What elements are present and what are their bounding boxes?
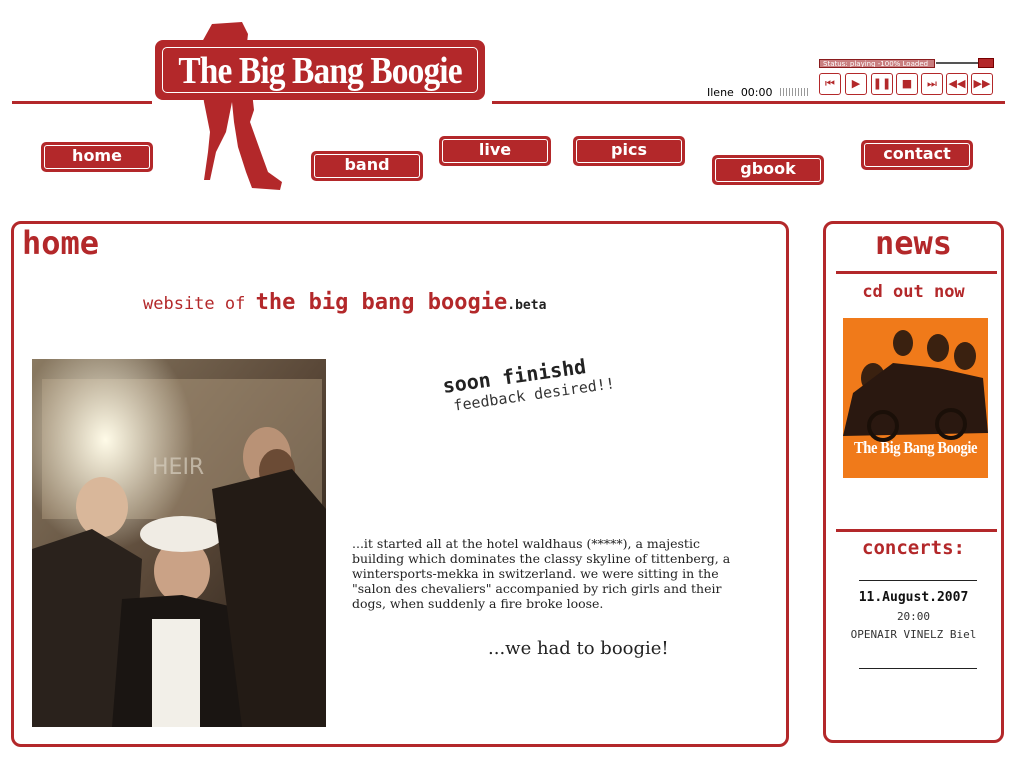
nav-gbook-label: gbook — [740, 159, 796, 178]
play-icon: ▶ — [851, 77, 861, 90]
boogie-tagline: ...we had to boogie! — [488, 638, 669, 659]
cd-out-now-label: cd out now — [862, 282, 965, 302]
prev-icon: ⏮ — [825, 77, 835, 90]
soon-finished-note: soon finishd feedback desired!! — [441, 350, 616, 415]
concert-time: 20:00 — [896, 610, 931, 623]
news-title: news — [874, 224, 953, 262]
concerts-title: concerts: — [862, 537, 965, 559]
pause-button[interactable]: ❚❚ — [871, 73, 893, 95]
concert-rule-top — [859, 580, 977, 581]
tagline-prefix: website of — [143, 294, 256, 314]
news-divider-top — [836, 271, 997, 274]
nav-gbook-button[interactable]: gbook — [712, 155, 824, 185]
cd-cover-image[interactable]: The Big Bang Boogie — [843, 318, 988, 478]
photo-sign-text: HEIR — [152, 455, 204, 480]
news-divider-mid — [836, 529, 997, 532]
cd-cover-text: The Big Bang Boogie — [853, 438, 978, 457]
next-button[interactable]: ⏭ — [921, 73, 943, 95]
band-story-text: ...it started all at the hotel waldhaus … — [352, 536, 731, 611]
track-name: Ilene — [707, 86, 734, 99]
tagline-band-name: the big bang boogie — [255, 290, 508, 315]
stop-button[interactable]: ■ — [896, 73, 918, 95]
tagline: website of the big bang boogie.beta — [143, 290, 546, 315]
band-photo: HEIR — [32, 359, 326, 727]
logo-text: The Big Bang Boogie — [178, 50, 462, 92]
nav-live-label: live — [478, 140, 512, 159]
player-status: Status: playing -100% Loaded — [819, 59, 935, 68]
nav-live-button[interactable]: live — [439, 136, 551, 166]
volume-slider-handle[interactable] — [978, 58, 994, 68]
nav-band-button[interactable]: band — [311, 151, 423, 181]
nav-pics-button[interactable]: pics — [573, 136, 685, 166]
header-rule-right — [492, 101, 1005, 104]
nav-contact-label: contact — [883, 144, 951, 163]
rewind-button[interactable]: ◀◀ — [946, 73, 968, 95]
fast-forward-button[interactable]: ▶▶ — [971, 73, 993, 95]
concert-location: OPENAIR VINELZ Biel — [850, 628, 977, 641]
page-title: home — [22, 224, 100, 262]
tagline-beta: .beta — [507, 298, 547, 313]
concert-date: 11.August.2007 — [858, 590, 969, 605]
play-button[interactable]: ▶ — [845, 73, 867, 95]
equalizer-icon — [780, 88, 808, 96]
concert-rule-bottom — [859, 668, 977, 669]
site-logo[interactable]: The Big Bang Boogie — [155, 40, 485, 100]
fast-forward-icon: ▶▶ — [973, 77, 991, 90]
nav-home-label: home — [72, 146, 122, 165]
news-sidebar-panel: news cd out now concerts: 11.August.2007… — [823, 221, 1004, 743]
next-icon: ⏭ — [927, 77, 937, 90]
header-rule-left — [12, 101, 152, 104]
player-track-info: Ilene 00:00 — [707, 86, 773, 99]
stop-icon: ■ — [901, 77, 913, 90]
nav-band-label: band — [344, 155, 390, 174]
nav-pics-label: pics — [611, 140, 647, 159]
rewind-icon: ◀◀ — [948, 77, 966, 90]
track-time: 00:00 — [740, 86, 773, 99]
nav-home-button[interactable]: home — [41, 142, 153, 172]
nav-contact-button[interactable]: contact — [861, 140, 973, 170]
pause-icon: ❚❚ — [872, 77, 892, 90]
prev-button[interactable]: ⏮ — [819, 73, 841, 95]
